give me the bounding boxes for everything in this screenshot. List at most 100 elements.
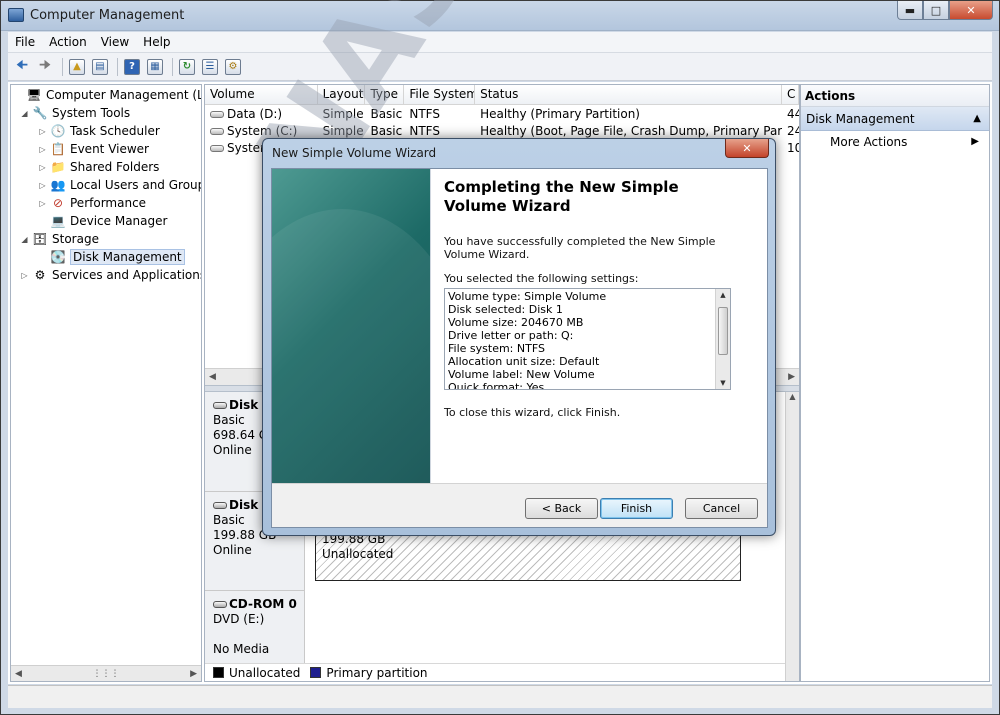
col-layout[interactable]: Layout <box>318 85 366 105</box>
device-manager-icon: 💻 <box>50 214 66 228</box>
tree-device-manager[interactable]: 💻 Device Manager <box>37 212 168 230</box>
help-icon[interactable]: ? <box>122 57 142 77</box>
disk-management-icon: 💽 <box>50 250 66 264</box>
menu-action[interactable]: Action <box>42 35 94 49</box>
properties-icon[interactable]: ☰ <box>200 57 220 77</box>
wizard-footer: < Back Finish Cancel <box>272 483 767 527</box>
tree-task-scheduler[interactable]: ▷ 🕓 Task Scheduler <box>37 122 159 140</box>
menu-file[interactable]: File <box>8 35 42 49</box>
back-arrow-icon[interactable]: 🠈 <box>12 57 32 77</box>
disk-settings-icon[interactable]: ⚙ <box>223 57 243 77</box>
volume-icon <box>210 128 224 135</box>
volume-icon <box>210 145 224 152</box>
wizard-success-text: You have successfully completed the New … <box>444 235 716 261</box>
volume-row[interactable]: Data (D:) Simple Basic NTFS Healthy (Pri… <box>205 106 799 123</box>
scroll-left-icon[interactable]: ◀ <box>209 372 216 382</box>
legend-primary-swatch <box>310 667 322 678</box>
settings-vertical-scrollbar[interactable]: ▲ ▼ <box>715 289 730 389</box>
menu-view[interactable]: View <box>94 35 136 49</box>
shared-folder-icon: 📁 <box>50 160 66 174</box>
tree-shared-folders[interactable]: ▷ 📁 Shared Folders <box>37 158 159 176</box>
col-status[interactable]: Status <box>475 85 783 105</box>
volume-list-header: Volume Layout Type File System Status C <box>205 85 799 105</box>
tree-disk-management[interactable]: 💽 Disk Management <box>37 248 185 266</box>
expand-arrow-icon[interactable]: ▷ <box>37 181 48 190</box>
wizard-close-hint: To close this wizard, click Finish. <box>444 406 621 419</box>
close-button[interactable]: ✕ <box>949 1 993 20</box>
tree-system-tools[interactable]: ◢ 🔧 System Tools <box>19 104 130 122</box>
clock-icon: 🕓 <box>50 124 66 138</box>
disk-legend: Unallocated Primary partition <box>205 663 785 681</box>
toolbar: 🠈 🠊 ▲ ▤ ? ▦ ↻ ☰ ⚙ <box>8 53 992 81</box>
col-type[interactable]: Type <box>365 85 405 105</box>
services-icon: ⚙ <box>34 268 46 282</box>
col-volume[interactable]: Volume <box>205 85 318 105</box>
window-title: Computer Management <box>30 8 185 23</box>
scroll-left-icon[interactable]: ◀ <box>15 669 22 679</box>
menu-help[interactable]: Help <box>136 35 177 49</box>
scroll-right-icon[interactable]: ▶ <box>788 372 795 382</box>
event-viewer-icon: 📋 <box>50 142 66 156</box>
tree-storage[interactable]: ◢ 🗄 Storage <box>19 230 99 248</box>
more-actions-item[interactable]: More Actions ▶ <box>801 131 989 153</box>
storage-icon: 🗄 <box>32 232 48 246</box>
tree-local-users[interactable]: ▷ 👥 Local Users and Groups <box>37 176 201 194</box>
console-tree: 🖥 Computer Management (Local ◢🔧 System T… <box>10 84 202 682</box>
performance-icon: ⊘ <box>52 196 64 210</box>
back-button[interactable]: < Back <box>525 498 598 519</box>
scroll-right-icon[interactable]: ▶ <box>190 669 197 679</box>
expand-arrow-icon[interactable]: ▷ <box>37 163 48 172</box>
collapse-caret-icon[interactable]: ▲ <box>973 107 981 131</box>
up-folder-icon[interactable]: ▲ <box>67 57 87 77</box>
expand-arrow-icon[interactable]: ▷ <box>19 271 30 280</box>
forward-arrow-icon[interactable]: 🠊 <box>35 57 55 77</box>
cancel-button[interactable]: Cancel <box>685 498 758 519</box>
tree-event-viewer[interactable]: ▷ 📋 Event Viewer <box>37 140 149 158</box>
settings-summary-box[interactable]: Volume type: Simple Volume Disk selected… <box>444 288 731 390</box>
computer-icon: 🖥 <box>26 88 42 102</box>
scroll-up-icon[interactable]: ▲ <box>786 392 799 401</box>
wizard-body: Completing the New Simple Volume Wizard … <box>271 168 768 528</box>
scroll-thumb[interactable] <box>718 307 728 355</box>
expand-arrow-icon[interactable]: ▷ <box>37 145 48 154</box>
wizard-heading: Completing the New Simple Volume Wizard <box>444 178 679 215</box>
legend-unallocated-swatch <box>213 667 224 678</box>
finish-button[interactable]: Finish <box>600 498 673 519</box>
title-bar[interactable]: Computer Management ▬ □ ✕ <box>1 1 999 31</box>
users-icon: 👥 <box>50 178 66 192</box>
refresh-icon[interactable]: ↻ <box>177 57 197 77</box>
actions-disk-management[interactable]: Disk Management ▲ <box>801 107 989 131</box>
computer-management-icon <box>8 8 24 22</box>
expand-arrow-icon[interactable]: ▷ <box>37 199 48 208</box>
menu-bar: File Action View Help <box>8 32 992 53</box>
show-hide-console-tree-icon[interactable]: ▤ <box>90 57 110 77</box>
cdrom-icon <box>213 601 227 608</box>
disk-icon <box>213 402 227 409</box>
volume-icon <box>210 111 224 118</box>
dialog-title: New Simple Volume Wizard <box>272 146 437 160</box>
actions-pane: Actions Disk Management ▲ More Actions ▶ <box>800 84 990 682</box>
wizard-side-graphic <box>272 169 430 483</box>
maximize-button[interactable]: □ <box>923 1 949 20</box>
collapse-arrow-icon[interactable]: ◢ <box>19 235 30 244</box>
scroll-up-icon[interactable]: ▲ <box>716 291 730 299</box>
col-capacity[interactable]: C <box>782 85 799 105</box>
col-file-system[interactable]: File System <box>404 85 476 105</box>
expand-arrow-icon[interactable]: ▷ <box>37 127 48 136</box>
tree-root[interactable]: 🖥 Computer Management (Local <box>13 86 201 104</box>
scroll-down-icon[interactable]: ▼ <box>716 379 730 387</box>
submenu-arrow-icon: ▶ <box>971 136 979 147</box>
minimize-button[interactable]: ▬ <box>897 1 923 20</box>
dialog-close-button[interactable]: ✕ <box>725 139 769 158</box>
collapse-arrow-icon[interactable]: ◢ <box>19 109 30 118</box>
disk-view-vertical-scrollbar[interactable]: ▲ <box>785 392 799 681</box>
tree-performance[interactable]: ▷ ⊘ Performance <box>37 194 146 212</box>
tree-services[interactable]: ▷ ⚙ Services and Applications <box>19 266 201 284</box>
status-bar <box>8 685 992 708</box>
cdrom-0-label[interactable]: CD-ROM 0 DVD (E:) No Media <box>205 590 305 664</box>
actions-header: Actions <box>801 85 989 107</box>
scroll-thumb-icon[interactable]: ⋮⋮⋮ <box>93 669 120 679</box>
show-hide-action-pane-icon[interactable]: ▦ <box>145 57 165 77</box>
tree-horizontal-scrollbar[interactable]: ◀ ⋮⋮⋮ ▶ <box>11 665 201 681</box>
new-simple-volume-wizard-dialog: New Simple Volume Wizard ✕ Completing th… <box>262 138 776 536</box>
